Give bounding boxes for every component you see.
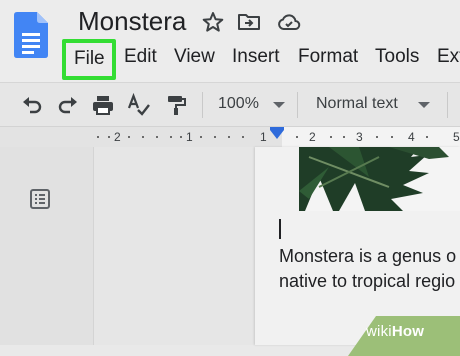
menu-file[interactable]: File (62, 39, 116, 80)
paint-format-icon[interactable] (164, 93, 188, 117)
ruler-label: 4 (408, 130, 415, 144)
toolbar-separator (202, 92, 203, 118)
ruler-tick (376, 136, 378, 138)
wikihow-wiki: wiki (366, 323, 392, 340)
ruler-tick (142, 136, 144, 138)
print-icon[interactable] (91, 93, 115, 117)
body-text-line: native to tropical regio (279, 271, 456, 291)
paragraph-style-select[interactable]: Normal text (316, 95, 398, 113)
wikihow-how: How (391, 323, 425, 340)
ruler-tick (180, 136, 182, 138)
menu-view[interactable]: View (174, 46, 215, 68)
undo-icon[interactable] (20, 93, 44, 117)
body-text-line: Monstera is a genus o (279, 246, 457, 266)
toolbar-separator (297, 92, 298, 118)
menu-tools[interactable]: Tools (375, 46, 419, 68)
text-cursor (279, 219, 281, 239)
app-header: Monstera File Edit View Insert Format To… (0, 0, 460, 82)
ruler-tick (214, 136, 216, 138)
ruler-tick (200, 136, 202, 138)
menu-bar: File Edit View Insert Format Tools Ext (0, 38, 460, 80)
ruler-label: 1 (260, 130, 267, 144)
document-body-text[interactable]: Monstera is a genus o native to tropical… (279, 244, 460, 294)
ruler-tick (296, 136, 298, 138)
ruler-tick (228, 136, 230, 138)
ruler-tick (128, 136, 130, 138)
menu-extensions[interactable]: Ext (437, 46, 460, 68)
move-to-folder-icon[interactable] (237, 10, 261, 34)
document-outline-icon[interactable] (28, 187, 52, 211)
ruler-tick (170, 136, 172, 138)
ruler-tick (97, 136, 99, 138)
outline-sidebar (0, 147, 94, 345)
ruler-tick (343, 136, 345, 138)
toolbar-separator (447, 92, 448, 118)
monstera-leaf-image[interactable] (299, 147, 460, 211)
menu-format[interactable]: Format (298, 46, 358, 68)
ruler-label: 5 (453, 130, 460, 144)
star-icon[interactable] (201, 10, 225, 34)
ruler-tick (330, 136, 332, 138)
ruler-tick (108, 136, 110, 138)
cloud-saved-icon[interactable] (277, 10, 301, 34)
ruler-tick (391, 136, 393, 138)
ruler[interactable]: 2 1 1 2 3 4 5 (0, 126, 460, 148)
ruler-tick (242, 136, 244, 138)
zoom-select[interactable]: 100% (218, 95, 259, 113)
ruler-label: 1 (186, 130, 193, 144)
ruler-label: 2 (309, 130, 316, 144)
redo-icon[interactable] (56, 93, 80, 117)
left-indent-marker[interactable] (270, 130, 284, 139)
ruler-label: 3 (356, 130, 363, 144)
ruler-tick (426, 136, 428, 138)
document-title[interactable]: Monstera (78, 6, 186, 37)
ruler-label: 2 (114, 130, 121, 144)
toolbar: 100% Normal text (0, 82, 460, 127)
spellcheck-icon[interactable] (127, 93, 151, 117)
ruler-tick (156, 136, 158, 138)
menu-insert[interactable]: Insert (232, 46, 280, 68)
zoom-dropdown-icon[interactable] (273, 102, 285, 108)
style-dropdown-icon[interactable] (418, 102, 430, 108)
menu-edit[interactable]: Edit (124, 46, 157, 68)
wikihow-watermark: wikiHow (366, 323, 424, 340)
